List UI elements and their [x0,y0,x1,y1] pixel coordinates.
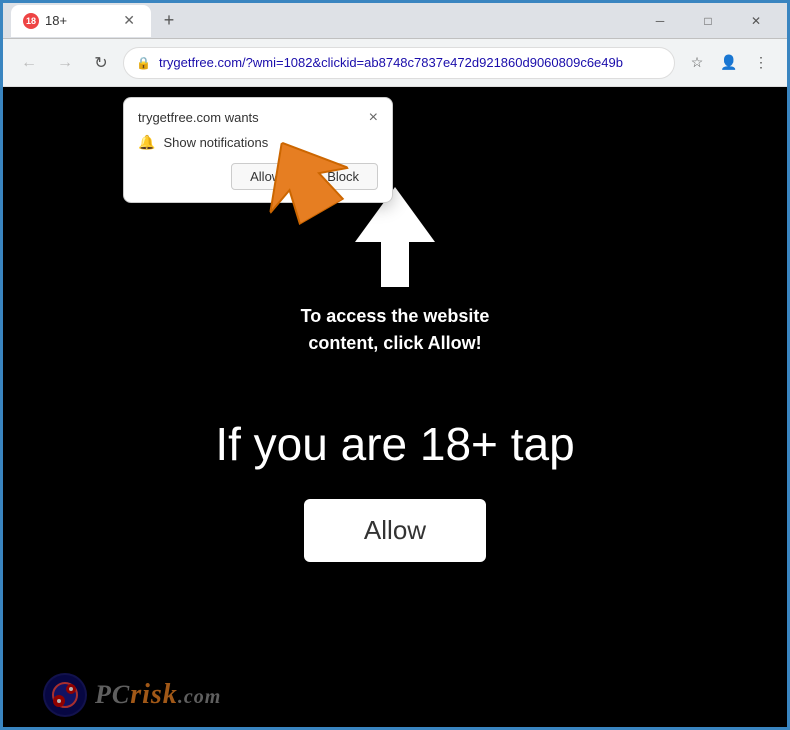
url-text: trygetfree.com/?wmi=1082&clickid=ab8748c… [159,55,662,70]
allow-button-big[interactable]: Allow [304,499,486,562]
active-tab[interactable]: 18 18+ ✕ [11,5,151,37]
lock-icon: 🔒 [136,56,151,70]
title-bar: 18 18+ ✕ + ─ □ ✕ [3,3,787,39]
popup-close-button[interactable]: × [369,110,378,126]
watermark: PCrisk.com [43,673,221,717]
watermark-text: PCrisk.com [95,679,221,711]
address-bar: ← → ↻ 🔒 trygetfree.com/?wmi=1082&clickid… [3,39,787,87]
close-button[interactable]: ✕ [733,5,779,37]
page-content: trygetfree.com wants × 🔔 Show notificati… [3,87,787,727]
window-controls: ─ □ ✕ [637,5,779,37]
instruction-text: To access the websitecontent, click Allo… [301,303,490,357]
minimize-button[interactable]: ─ [637,5,683,37]
refresh-button[interactable]: ↻ [87,49,115,77]
popup-header: trygetfree.com wants × [138,110,378,126]
popup-title: trygetfree.com wants [138,110,259,125]
new-tab-button[interactable]: + [155,7,183,35]
maximize-button[interactable]: □ [685,5,731,37]
big-text: If you are 18+ tap [215,417,574,471]
popup-notification-text: Show notifications [163,135,268,150]
bookmark-button[interactable]: ☆ [683,49,711,77]
page-inner: To access the websitecontent, click Allo… [3,87,787,727]
address-bar-actions: ☆ 👤 ⋮ [683,49,775,77]
bell-icon: 🔔 [138,134,155,151]
arrow-shaft [381,242,409,287]
tab-title: 18+ [45,13,67,28]
browser-window: 18 18+ ✕ + ─ □ ✕ ← → ↻ 🔒 trygetfree.com/… [3,3,787,727]
back-button[interactable]: ← [15,49,43,77]
tab-close-button[interactable]: ✕ [119,10,139,31]
menu-button[interactable]: ⋮ [747,49,775,77]
tab-favicon: 18 [23,13,39,29]
profile-button[interactable]: 👤 [715,49,743,77]
watermark-logo [43,673,87,717]
popup-notification-row: 🔔 Show notifications [138,134,378,151]
forward-button[interactable]: → [51,49,79,77]
url-bar[interactable]: 🔒 trygetfree.com/?wmi=1082&clickid=ab874… [123,47,675,79]
